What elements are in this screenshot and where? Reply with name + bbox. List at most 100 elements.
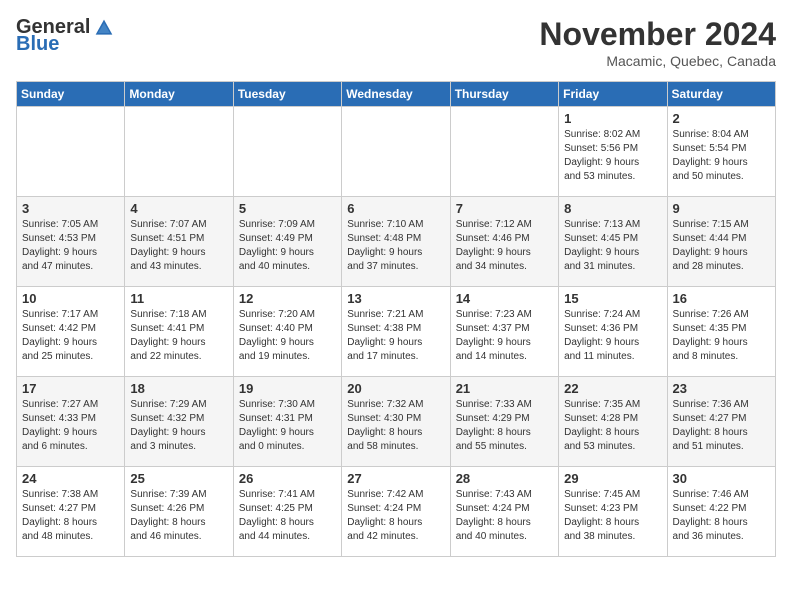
day-number: 12 [239, 291, 336, 306]
calendar-cell: 18 Sunrise: 7:29 AM Sunset: 4:32 PM Dayli… [125, 377, 233, 467]
day-info: Sunrise: 7:18 AM Sunset: 4:41 PM Dayligh… [130, 308, 227, 364]
calendar-cell: 23Sunrise: 7:36 AM Sunset: 4:27 PM Dayli… [667, 377, 775, 467]
day-info: Sunrise: 7:32 AM Sunset: 4:30 PM Dayligh… [347, 398, 444, 454]
calendar-cell: 1 Sunrise: 8:02 AM Sunset: 5:56 PM Daylig… [559, 107, 667, 197]
day-number: 29 [564, 471, 661, 486]
calendar-cell: 25Sunrise: 7:39 AM Sunset: 4:26 PM Dayli… [125, 467, 233, 557]
calendar-cell: 29Sunrise: 7:45 AM Sunset: 4:23 PM Dayli… [559, 467, 667, 557]
day-number: 2 [673, 111, 770, 126]
calendar-cell: 20 Sunrise: 7:32 AM Sunset: 4:30 PM Dayli… [342, 377, 450, 467]
day-info: Sunrise: 7:12 AM Sunset: 4:46 PM Dayligh… [456, 218, 553, 274]
col-header-tuesday: Tuesday [233, 82, 341, 107]
calendar-cell [342, 107, 450, 197]
calendar-cell: 19Sunrise: 7:30 AM Sunset: 4:31 PM Dayli… [233, 377, 341, 467]
day-info: Sunrise: 7:09 AM Sunset: 4:49 PM Dayligh… [239, 218, 336, 274]
logo-blue-text: Blue [16, 33, 59, 56]
calendar-cell: 15Sunrise: 7:24 AM Sunset: 4:36 PM Dayli… [559, 287, 667, 377]
day-number: 10 [22, 291, 119, 306]
calendar-cell: 30 Sunrise: 7:46 AM Sunset: 4:22 PM Dayli… [667, 467, 775, 557]
calendar-week-3: 10 Sunrise: 7:17 AM Sunset: 4:42 PM Dayli… [17, 287, 776, 377]
logo: General Blue [16, 16, 114, 56]
day-number: 20 [347, 381, 444, 396]
calendar-cell: 24Sunrise: 7:38 AM Sunset: 4:27 PM Dayli… [17, 467, 125, 557]
calendar-cell: 14 Sunrise: 7:23 AM Sunset: 4:37 PM Dayli… [450, 287, 558, 377]
calendar-week-5: 24Sunrise: 7:38 AM Sunset: 4:27 PM Dayli… [17, 467, 776, 557]
calendar-cell: 2 Sunrise: 8:04 AM Sunset: 5:54 PM Daylig… [667, 107, 775, 197]
day-number: 8 [564, 201, 661, 216]
calendar-cell [17, 107, 125, 197]
day-number: 26 [239, 471, 336, 486]
day-info: Sunrise: 7:05 AM Sunset: 4:53 PM Dayligh… [22, 218, 119, 274]
day-number: 14 [456, 291, 553, 306]
day-number: 4 [130, 201, 227, 216]
calendar-cell: 5 Sunrise: 7:09 AM Sunset: 4:49 PM Daylig… [233, 197, 341, 287]
day-number: 24 [22, 471, 119, 486]
col-header-sunday: Sunday [17, 82, 125, 107]
month-title: November 2024 [539, 16, 776, 53]
day-number: 9 [673, 201, 770, 216]
day-number: 13 [347, 291, 444, 306]
day-info: Sunrise: 7:17 AM Sunset: 4:42 PM Dayligh… [22, 308, 119, 364]
day-number: 1 [564, 111, 661, 126]
day-info: Sunrise: 7:39 AM Sunset: 4:26 PM Dayligh… [130, 488, 227, 544]
day-info: Sunrise: 7:21 AM Sunset: 4:38 PM Dayligh… [347, 308, 444, 364]
day-info: Sunrise: 7:41 AM Sunset: 4:25 PM Dayligh… [239, 488, 336, 544]
day-info: Sunrise: 7:23 AM Sunset: 4:37 PM Dayligh… [456, 308, 553, 364]
day-info: Sunrise: 8:02 AM Sunset: 5:56 PM Dayligh… [564, 128, 661, 184]
calendar-cell: 7Sunrise: 7:12 AM Sunset: 4:46 PM Daylig… [450, 197, 558, 287]
day-number: 18 [130, 381, 227, 396]
calendar-cell: 17Sunrise: 7:27 AM Sunset: 4:33 PM Dayli… [17, 377, 125, 467]
day-info: Sunrise: 7:26 AM Sunset: 4:35 PM Dayligh… [673, 308, 770, 364]
day-number: 27 [347, 471, 444, 486]
day-info: Sunrise: 7:30 AM Sunset: 4:31 PM Dayligh… [239, 398, 336, 454]
day-info: Sunrise: 7:15 AM Sunset: 4:44 PM Dayligh… [673, 218, 770, 274]
calendar-cell: 3 Sunrise: 7:05 AM Sunset: 4:53 PM Daylig… [17, 197, 125, 287]
calendar-week-4: 17Sunrise: 7:27 AM Sunset: 4:33 PM Dayli… [17, 377, 776, 467]
day-number: 22 [564, 381, 661, 396]
calendar-cell: 28Sunrise: 7:43 AM Sunset: 4:24 PM Dayli… [450, 467, 558, 557]
calendar-cell [125, 107, 233, 197]
calendar-cell: 16 Sunrise: 7:26 AM Sunset: 4:35 PM Dayli… [667, 287, 775, 377]
calendar-cell [450, 107, 558, 197]
calendar-cell: 13 Sunrise: 7:21 AM Sunset: 4:38 PM Dayli… [342, 287, 450, 377]
calendar-table: SundayMondayTuesdayWednesdayThursdayFrid… [16, 81, 776, 557]
calendar-cell: 4 Sunrise: 7:07 AM Sunset: 4:51 PM Daylig… [125, 197, 233, 287]
calendar-cell: 22 Sunrise: 7:35 AM Sunset: 4:28 PM Dayli… [559, 377, 667, 467]
day-number: 11 [130, 291, 227, 306]
calendar-cell: 12 Sunrise: 7:20 AM Sunset: 4:40 PM Dayli… [233, 287, 341, 377]
day-info: Sunrise: 7:13 AM Sunset: 4:45 PM Dayligh… [564, 218, 661, 274]
title-block: November 2024 Macamic, Quebec, Canada [539, 16, 776, 69]
location: Macamic, Quebec, Canada [539, 53, 776, 69]
col-header-saturday: Saturday [667, 82, 775, 107]
page-header: General Blue November 2024 Macamic, Queb… [16, 16, 776, 69]
calendar-cell: 6 Sunrise: 7:10 AM Sunset: 4:48 PM Daylig… [342, 197, 450, 287]
day-number: 6 [347, 201, 444, 216]
col-header-wednesday: Wednesday [342, 82, 450, 107]
calendar-cell: 27 Sunrise: 7:42 AM Sunset: 4:24 PM Dayli… [342, 467, 450, 557]
col-header-monday: Monday [125, 82, 233, 107]
calendar-cell: 10 Sunrise: 7:17 AM Sunset: 4:42 PM Dayli… [17, 287, 125, 377]
day-number: 30 [673, 471, 770, 486]
calendar-header-row: SundayMondayTuesdayWednesdayThursdayFrid… [17, 82, 776, 107]
day-number: 17 [22, 381, 119, 396]
day-number: 21 [456, 381, 553, 396]
calendar-cell: 8 Sunrise: 7:13 AM Sunset: 4:45 PM Daylig… [559, 197, 667, 287]
day-number: 23 [673, 381, 770, 396]
day-number: 3 [22, 201, 119, 216]
day-number: 15 [564, 291, 661, 306]
day-info: Sunrise: 7:10 AM Sunset: 4:48 PM Dayligh… [347, 218, 444, 274]
day-info: Sunrise: 7:46 AM Sunset: 4:22 PM Dayligh… [673, 488, 770, 544]
day-number: 16 [673, 291, 770, 306]
day-number: 28 [456, 471, 553, 486]
day-info: Sunrise: 7:29 AM Sunset: 4:32 PM Dayligh… [130, 398, 227, 454]
day-info: Sunrise: 7:20 AM Sunset: 4:40 PM Dayligh… [239, 308, 336, 364]
calendar-cell [233, 107, 341, 197]
calendar-cell: 21Sunrise: 7:33 AM Sunset: 4:29 PM Dayli… [450, 377, 558, 467]
day-info: Sunrise: 8:04 AM Sunset: 5:54 PM Dayligh… [673, 128, 770, 184]
calendar-cell: 9 Sunrise: 7:15 AM Sunset: 4:44 PM Daylig… [667, 197, 775, 287]
day-info: Sunrise: 7:07 AM Sunset: 4:51 PM Dayligh… [130, 218, 227, 274]
calendar-week-2: 3 Sunrise: 7:05 AM Sunset: 4:53 PM Daylig… [17, 197, 776, 287]
day-number: 5 [239, 201, 336, 216]
day-info: Sunrise: 7:42 AM Sunset: 4:24 PM Dayligh… [347, 488, 444, 544]
day-info: Sunrise: 7:35 AM Sunset: 4:28 PM Dayligh… [564, 398, 661, 454]
